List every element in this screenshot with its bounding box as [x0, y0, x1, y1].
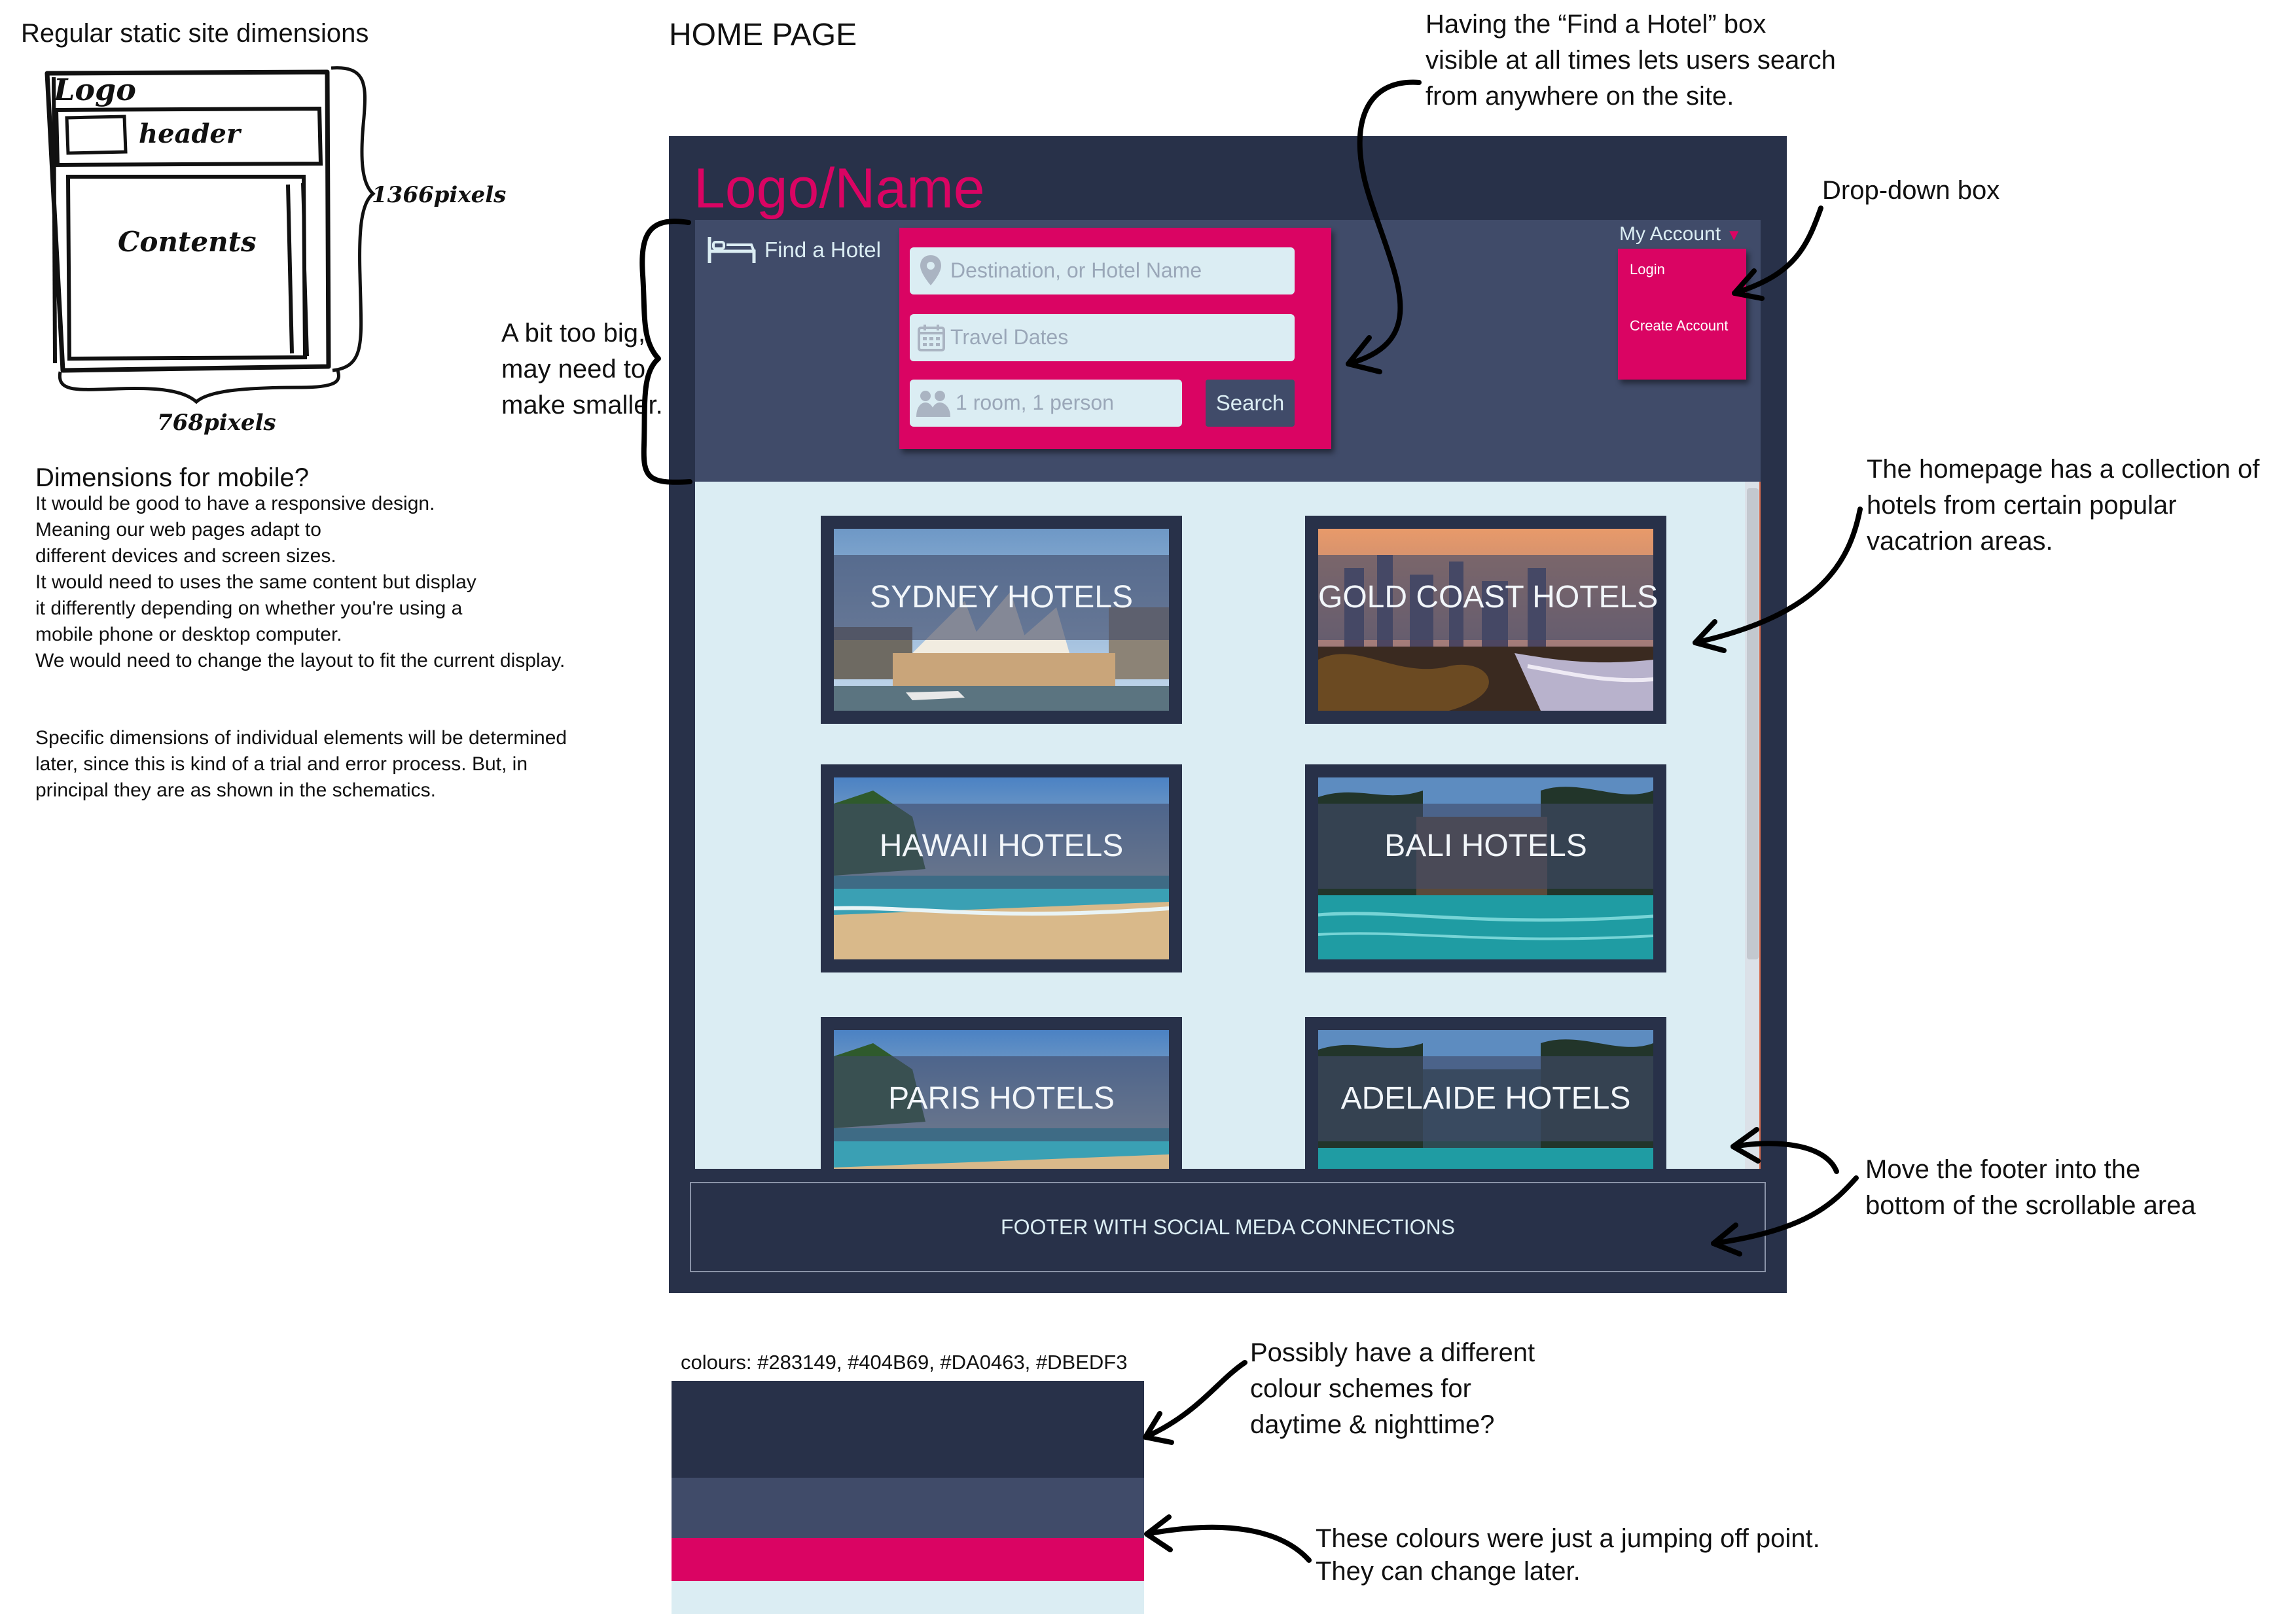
hotel-card-title: SYDNEY HOTELS: [870, 580, 1133, 615]
annotation-too-big: A bit too big, may need to make smaller.: [501, 315, 663, 423]
guests-placeholder: 1 room, 1 person: [956, 391, 1114, 414]
annotation-footer-move: Move the footer into the bottom of the s…: [1865, 1152, 2196, 1224]
annotation-line: Drop-down box: [1822, 176, 2000, 205]
hotel-card-bali[interactable]: BALI HOTELS: [1305, 764, 1666, 972]
hotel-card-hawaii[interactable]: HAWAII HOTELS: [821, 764, 1182, 972]
mobile-notes: It would be good to have a responsive de…: [35, 491, 565, 674]
mobile-note-line: We would need to change the layout to fi…: [35, 650, 565, 671]
dropdown-arrow-icon: ▼: [1726, 226, 1742, 244]
annotation-line: The homepage has a collection of: [1867, 455, 2260, 484]
guests-field[interactable]: 1 room, 1 person: [910, 380, 1182, 427]
annotation-line: bottom of the scrollable area: [1865, 1191, 2196, 1220]
specific-notes: Specific dimensions of individual elemen…: [35, 725, 567, 804]
sketch-height-label: 1366pixels: [372, 182, 507, 208]
swatch-283149: [672, 1381, 1144, 1478]
annotation-line: colour schemes for: [1250, 1374, 1471, 1403]
hotel-card-title: HAWAII HOTELS: [879, 829, 1124, 863]
specific-note-line: later, since this is kind of a trial and…: [35, 753, 528, 775]
location-pin-icon: [920, 255, 941, 285]
find-hotel-label: Find a Hotel: [764, 238, 881, 262]
travel-dates-field[interactable]: Travel Dates: [910, 314, 1295, 361]
annotation-line: vacatrion areas.: [1867, 527, 2053, 556]
palette-swatches: [672, 1381, 1144, 1614]
mobile-note-line: It would be good to have a responsive de…: [35, 493, 435, 514]
scroll-edge-line: [1759, 482, 1761, 1169]
annotation-line: Move the footer into the: [1865, 1155, 2141, 1184]
specific-note-line: principal they are as shown in the schem…: [35, 779, 436, 801]
annotation-line: Having the “Find a Hotel” box: [1426, 10, 1767, 39]
hotel-card-gold-coast[interactable]: GOLD COAST HOTELS: [1305, 516, 1666, 724]
calendar-icon: [918, 325, 945, 351]
swatch-dbedf3: [672, 1581, 1144, 1614]
scrollbar-thumb[interactable]: [1747, 488, 1759, 959]
hotel-card-adelaide[interactable]: ADELAIDE HOTELS: [1305, 1017, 1666, 1169]
annotation-dropdown: Drop-down box: [1822, 173, 2000, 209]
swatch-da0463: [672, 1538, 1144, 1581]
annotation-line: A bit too big,: [501, 319, 646, 348]
page-heading: HOME PAGE: [669, 18, 857, 52]
travel-dates-placeholder: Travel Dates: [950, 325, 1069, 349]
annotation-find-box: Having the “Find a Hotel” box visible at…: [1426, 7, 1836, 115]
hotel-card-title: BALI HOTELS: [1384, 829, 1587, 863]
hotel-card-paris[interactable]: PARIS HOTELS: [821, 1017, 1182, 1169]
mobile-note-line: Meaning our web pages adapt to: [35, 519, 321, 541]
my-account-menu[interactable]: My Account ▼: [1619, 223, 1742, 247]
people-icon: [916, 391, 950, 417]
annotation-line: make smaller.: [501, 391, 663, 419]
sketch-width-label: 768pixels: [157, 410, 276, 436]
swatch-404b69: [672, 1478, 1144, 1538]
specific-note-line: Specific dimensions of individual elemen…: [35, 727, 567, 749]
annotation-line: may need to: [501, 355, 646, 383]
destination-field[interactable]: Destination, or Hotel Name: [910, 247, 1295, 294]
annotation-line: daytime & nighttime?: [1250, 1410, 1495, 1439]
mobile-note-line: it differently depending on whether you'…: [35, 597, 463, 619]
annotation-collection: The homepage has a collection of hotels …: [1867, 452, 2259, 560]
annotation-line: These colours were just a jumping off po…: [1316, 1524, 1820, 1553]
scrollbar-track[interactable]: [1745, 482, 1761, 1169]
account-dropdown: Login Create Account: [1618, 249, 1746, 380]
header-band: Find a Hotel Destination, or Hotel Name …: [695, 220, 1761, 482]
sketch-contents-label: Contents: [118, 226, 257, 258]
annotation-line: They can change later.: [1316, 1557, 1581, 1586]
annotation-line: from anywhere on the site.: [1426, 82, 1734, 111]
search-button[interactable]: Search: [1206, 380, 1295, 427]
mobile-note-line: different devices and screen sizes.: [35, 545, 336, 567]
my-account-label: My Account: [1619, 223, 1721, 245]
annotation-line: hotels from certain popular: [1867, 491, 2177, 520]
search-box: Destination, or Hotel Name Travel Dates: [899, 228, 1331, 449]
jumping-off-arrow: [1144, 1524, 1312, 1563]
footer: FOOTER WITH SOCIAL MEDA CONNECTIONS: [690, 1182, 1766, 1272]
annotation-line: Possibly have a different: [1250, 1338, 1535, 1367]
bed-icon: [708, 237, 756, 263]
hotel-card-title: ADELAIDE HOTELS: [1340, 1081, 1631, 1116]
login-menu-item[interactable]: Login: [1630, 260, 1665, 279]
create-account-menu-item[interactable]: Create Account: [1630, 317, 1728, 335]
mockup-frame: Logo/Name Find a Hotel Destination, or H…: [669, 136, 1787, 1293]
site-logo[interactable]: Logo/Name: [694, 156, 985, 221]
mobile-note-line: mobile phone or desktop computer.: [35, 624, 342, 645]
destination-placeholder: Destination, or Hotel Name: [950, 259, 1202, 282]
footer-label: FOOTER WITH SOCIAL MEDA CONNECTIONS: [1001, 1215, 1455, 1239]
colour-scheme-arrow: [1143, 1360, 1247, 1440]
annotation-line: visible at all times lets users search: [1426, 46, 1836, 75]
annotation-colour-scheme: Possibly have a different colour schemes…: [1250, 1335, 1535, 1443]
hotel-card-sydney[interactable]: SYDNEY HOTELS: [821, 516, 1182, 724]
palette-label: colours: #283149, #404B69, #DA0463, #DBE…: [681, 1351, 1128, 1374]
annotation-jumping-off: These colours were just a jumping off po…: [1316, 1522, 1820, 1588]
scrollable-content[interactable]: SYDNEY HOTELS GOLD COAST HOTELS HAWAII H…: [695, 482, 1761, 1169]
hotel-card-title: GOLD COAST HOTELS: [1318, 580, 1659, 615]
hotel-card-title: PARIS HOTELS: [888, 1081, 1115, 1116]
sketch-header-label: header: [139, 118, 240, 149]
sketch-logo-label: Logo: [54, 72, 136, 107]
mobile-note-line: It would need to uses the same content b…: [35, 571, 476, 593]
